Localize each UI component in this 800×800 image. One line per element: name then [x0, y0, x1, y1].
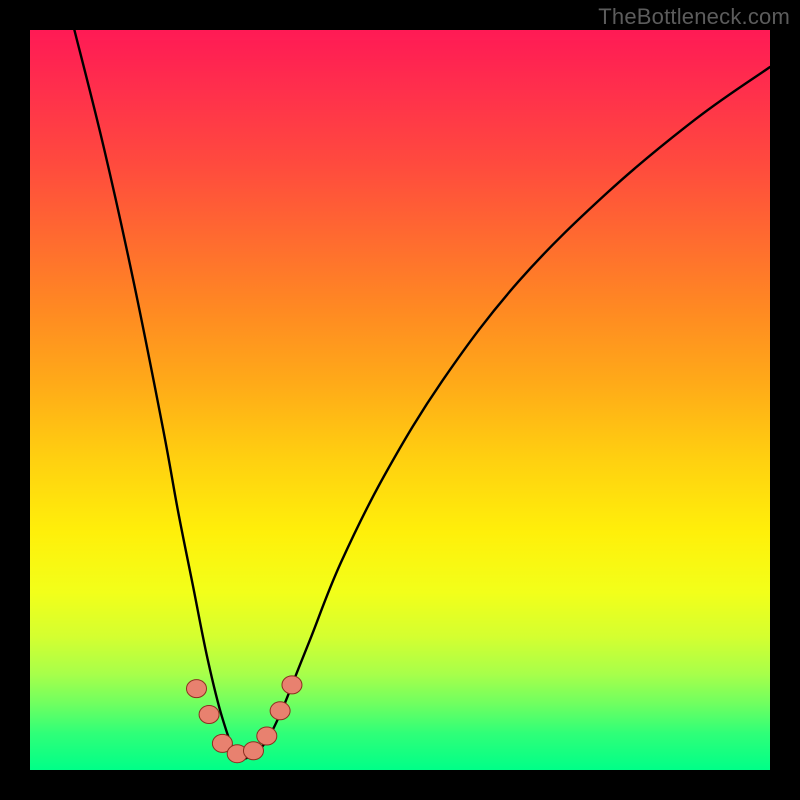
watermark-text: TheBottleneck.com	[598, 4, 790, 30]
curve-layer	[30, 30, 770, 770]
highlight-markers	[187, 676, 302, 763]
chart-stage: TheBottleneck.com	[0, 0, 800, 800]
marker-point	[199, 706, 219, 724]
marker-point	[270, 702, 290, 720]
marker-point	[282, 676, 302, 694]
plot-area	[30, 30, 770, 770]
marker-point	[187, 680, 207, 698]
marker-point	[257, 727, 277, 745]
bottleneck-curve	[74, 30, 770, 759]
marker-point	[243, 742, 263, 760]
